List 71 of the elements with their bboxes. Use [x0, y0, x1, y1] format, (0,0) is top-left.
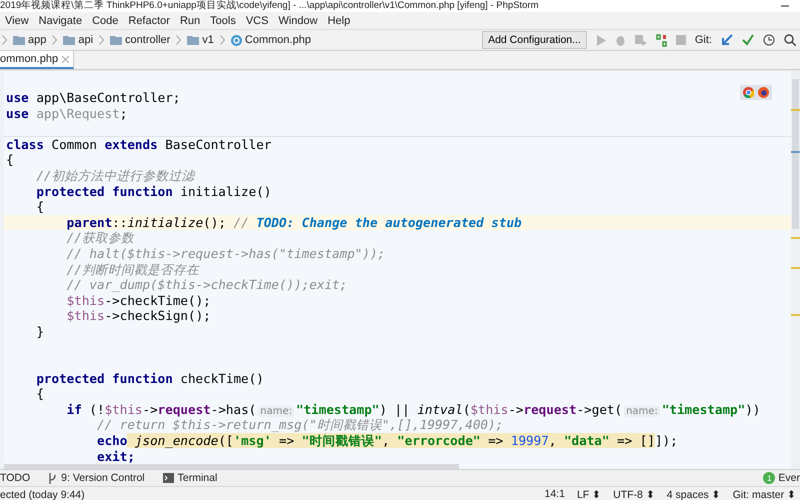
scrollbar-thumb[interactable] — [792, 79, 799, 229]
code-line: } — [35, 324, 44, 340]
folder-icon — [110, 35, 122, 45]
code-line: // halt($this->request->has("timestamp")); — [66, 246, 386, 262]
status-item[interactable]: LF ⬍ — [576, 488, 602, 500]
code-line: { — [35, 199, 44, 215]
breadcrumb[interactable]: Common.php — [226, 34, 315, 46]
commit-check-icon[interactable] — [742, 34, 754, 46]
folder-icon — [187, 35, 200, 45]
add-configuration-button[interactable]: Add Configuration... — [482, 31, 587, 49]
search-icon[interactable] — [784, 34, 796, 46]
status-item[interactable]: Git: master ⬍ — [732, 488, 796, 500]
code-line: class Common extends BaseController — [5, 136, 272, 152]
breadcrumb[interactable]: api — [59, 34, 98, 46]
class-icon — [230, 34, 242, 46]
chrome-icon[interactable] — [743, 87, 754, 98]
code-line: { — [5, 152, 14, 168]
usage-highlight: json_encode(['msg' => "时间戳错误", "errorcode" => 19997, "data" => [] — [127, 433, 655, 448]
code-line: // return $this->return_msg("时间戳错误",[],19997,400); — [96, 417, 504, 434]
tool-window-button[interactable]: Terminal — [162, 472, 218, 484]
close-icon[interactable] — [62, 56, 70, 62]
menu-item[interactable]: Navigate — [34, 14, 88, 26]
breadcrumb[interactable]: v1 — [183, 34, 218, 46]
code-line: use app\Request; — [5, 106, 128, 122]
window-title: 2019年视频课程\第二季 ThinkPHP6.0+uniapp项目实战\code\yifeng] - ...\app\api\controller\v1\Common.php [yifeng] - PhpStorm — [0, 0, 538, 12]
file-tab[interactable]: ommon.php — [0, 51, 74, 69]
history-icon[interactable] — [763, 34, 775, 46]
menu-item[interactable]: Run — [174, 14, 206, 26]
code-line: echo json_encode(['msg' => "时间戳错误", "errorcode" => 19997, "data" => []]); — [96, 433, 678, 449]
breadcrumb[interactable]: controller — [106, 34, 174, 46]
code-editor[interactable] — [0, 70, 800, 469]
chevron-icon — [176, 35, 182, 45]
firefox-icon[interactable] — [758, 87, 769, 98]
update-arrow-icon[interactable] — [721, 34, 733, 46]
status-item[interactable]: 4 spaces ⬍ — [666, 488, 721, 500]
code-line: protected function initialize() — [35, 184, 272, 200]
horizontal-scrollbar[interactable] — [4, 464, 459, 469]
folder-icon — [13, 35, 25, 45]
breadcrumb[interactable]: app — [9, 34, 50, 46]
code-line: $this->checkSign(); — [66, 308, 211, 324]
chevron-icon — [220, 35, 225, 45]
tool-window-button[interactable]: TODO — [0, 472, 30, 484]
menu-item[interactable]: Code — [87, 14, 124, 26]
code-line: if (!$this->request->has( name: "timestamp") || intval($this->request->get( name: "timestamp")) — [66, 402, 760, 418]
chevron-icon — [52, 35, 58, 45]
tool-window-button[interactable]: 9: Version Control — [48, 472, 145, 484]
status-item[interactable]: 14:1 — [544, 488, 565, 500]
status-item[interactable]: UTF-8 ⬍ — [613, 488, 655, 500]
menu-item[interactable]: Tools — [205, 14, 241, 26]
code-line: //初始方法中进行参数过滤 — [35, 168, 194, 184]
code-line: //获取参数 — [66, 230, 134, 246]
chevron-icon — [99, 35, 104, 45]
code-line: use app\BaseController; — [5, 90, 180, 106]
menu-item[interactable]: Window — [273, 14, 323, 26]
status-message: ected (today 9:44) — [0, 488, 85, 500]
code-line: protected function checkTime() — [35, 370, 264, 386]
menu-item[interactable]: View — [0, 14, 34, 26]
event-log-button[interactable]: 1 Ever — [763, 472, 800, 484]
chevron-icon — [2, 35, 7, 45]
code-line: { — [35, 386, 44, 402]
menu-item[interactable]: Help — [322, 14, 356, 26]
folder-icon — [63, 35, 76, 45]
code-line: exit; — [96, 448, 135, 464]
menu-item[interactable]: Refactor — [123, 14, 175, 26]
code-line: //判断时间戳是否存在 — [66, 262, 199, 278]
terminal-icon — [162, 473, 174, 483]
menu-item[interactable]: VCS — [240, 14, 274, 26]
git-label: Git: — [694, 34, 712, 46]
branch-icon — [48, 472, 58, 484]
code-line: // var_dump($this->checkTime());exit; — [66, 277, 348, 293]
code-line: $this->checkTime(); — [66, 292, 211, 308]
